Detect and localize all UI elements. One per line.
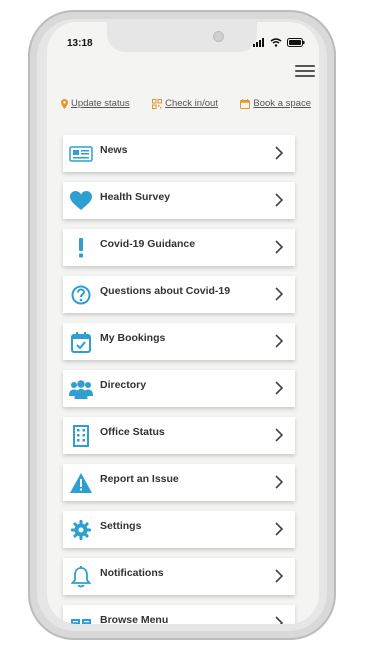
chevron-right-icon [275,569,283,583]
menu-item-label: Settings [100,520,142,532]
menu-item-label: Covid-19 Guidance [100,238,196,250]
menu-item-health-survey[interactable]: Health Survey [63,182,295,219]
wifi-icon [270,38,282,47]
chevron-right-icon [275,475,283,489]
qr-code-icon [152,98,163,109]
menu-item-notifications[interactable]: Notifications [63,558,295,595]
chevron-right-icon [275,193,283,207]
hamburger-menu-button[interactable] [295,65,315,79]
menu-item-covid-guidance[interactable]: Covid-19 Guidance [63,229,295,266]
chevron-right-icon [275,616,283,624]
newspaper-icon [69,142,93,166]
calendar-icon [240,98,251,109]
menu-item-label: Office Status [100,426,165,438]
chevron-right-icon [275,381,283,395]
book-a-space-link[interactable]: Book a space [240,98,311,109]
quick-links: Update status Check in/out Book a space [61,98,311,109]
menu-item-label: Notifications [100,567,164,579]
heart-icon [69,189,93,213]
chevron-right-icon [275,240,283,254]
app-screen: 13:18 Update status Check in/out Book a … [47,22,319,624]
status-bar: 13:18 [47,22,319,62]
check-in-out-link[interactable]: Check in/out [152,98,218,109]
book-icon [69,612,93,624]
menu-item-settings[interactable]: Settings [63,511,295,548]
menu-item-my-bookings[interactable]: My Bookings [63,323,295,360]
warning-icon [69,471,93,495]
main-menu-list: News Health Survey Covid-19 Guidance Que… [63,135,295,624]
menu-item-label: News [100,144,128,156]
menu-bar [295,65,315,67]
phone-notch [107,22,257,52]
menu-item-label: Report an Issue [100,473,179,485]
chevron-right-icon [275,146,283,160]
menu-item-label: Directory [100,379,147,391]
menu-item-label: Health Survey [100,191,171,203]
calendar-check-icon [69,330,93,354]
menu-item-news[interactable]: News [63,135,295,172]
people-icon [69,377,93,401]
building-icon [69,424,93,448]
check-in-out-label: Check in/out [165,98,218,109]
question-circle-icon [69,283,93,307]
signal-icon [253,38,264,47]
update-status-link[interactable]: Update status [61,98,130,109]
menu-item-label: My Bookings [100,332,166,344]
chevron-right-icon [275,287,283,301]
menu-bar [295,70,315,72]
menu-item-report-issue[interactable]: Report an Issue [63,464,295,501]
menu-item-questions-covid[interactable]: Questions about Covid-19 [63,276,295,313]
menu-item-office-status[interactable]: Office Status [63,417,295,454]
menu-item-label: Browse Menu [100,614,169,624]
chevron-right-icon [275,428,283,442]
chevron-right-icon [275,522,283,536]
chevron-right-icon [275,334,283,348]
menu-item-label: Questions about Covid-19 [100,285,231,297]
bell-icon [69,565,93,589]
camera-icon [213,31,224,42]
menu-item-directory[interactable]: Directory [63,370,295,407]
status-time: 13:18 [67,38,93,49]
location-pin-icon [61,98,68,109]
battery-icon [287,38,305,47]
gear-icon [69,518,93,542]
update-status-label: Update status [71,98,130,109]
menu-item-browse-menu[interactable]: Browse Menu [63,605,295,624]
exclamation-icon [69,236,93,260]
status-icons [253,38,305,47]
book-a-space-label: Book a space [253,98,311,109]
menu-bar [295,75,315,77]
